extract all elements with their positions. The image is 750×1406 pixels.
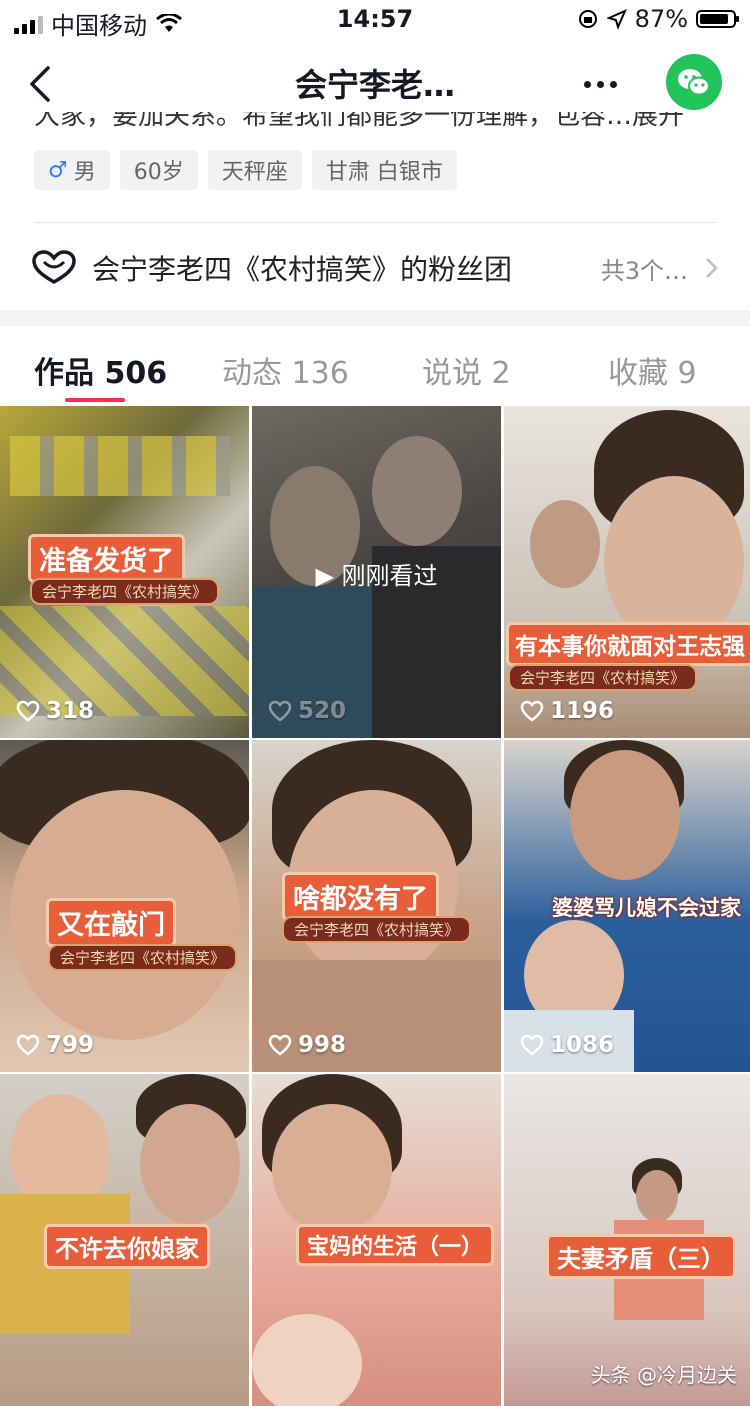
bio-text: 大家，要加关系。希望我们都能多一份理解，包容…展开 [34, 112, 685, 128]
active-tab-indicator [65, 398, 125, 402]
content-tabs: 作品 506 动态 136 说说 2 收藏 9 [0, 326, 750, 406]
tab-favorites[interactable]: 收藏 9 [608, 348, 697, 392]
video-subcaption: 会宁李老四《农村搞笑》 [508, 664, 698, 691]
battery-percent: 87% [634, 5, 688, 33]
location-tag: 甘肃 白银市 [311, 150, 457, 190]
heart-icon [268, 700, 292, 722]
video-grid: 准备发货了 会宁李老四《农村搞笑》 318 ▶ 刚刚看过 520 有本事你就面对… [0, 406, 750, 1406]
like-count: 1196 [520, 698, 614, 724]
person-face [140, 1104, 240, 1224]
video-thumbnail[interactable]: 又在敲门 会宁李老四《农村搞笑》 799 [0, 740, 249, 1072]
baby-face [252, 1314, 362, 1406]
chevron-right-icon [706, 258, 718, 278]
heart-icon [16, 700, 40, 722]
nav-bar: 会宁李老… [0, 48, 750, 120]
video-caption: 宝妈的生活（一） [296, 1224, 495, 1266]
page-title: 会宁李老… [294, 66, 455, 104]
video-thumbnail[interactable]: 啥都没有了 会宁李老四《农村搞笑》 998 [252, 740, 501, 1072]
video-caption: 准备发货了 [28, 534, 185, 583]
age-tag: 60岁 [119, 150, 198, 190]
wechat-share-button[interactable] [666, 54, 722, 110]
person-face [604, 476, 744, 646]
video-caption: 夫妻矛盾（三） [546, 1234, 736, 1279]
person-face [372, 436, 462, 546]
video-thumbnail[interactable]: 婆婆骂儿媳不会过家 1086 [504, 740, 750, 1072]
recently-watched-label: ▶ 刚刚看过 [315, 562, 438, 590]
tab-works[interactable]: 作品 506 [34, 348, 167, 392]
like-count: 1086 [520, 1032, 614, 1058]
video-subcaption: 会宁李老四《农村搞笑》 [30, 578, 220, 605]
fan-group-row[interactable]: 会宁李老四《农村搞笑》的粉丝团 共3个… [30, 240, 720, 296]
like-count: 318 [16, 698, 94, 724]
heart-icon [16, 1034, 40, 1056]
heart-icon [520, 1034, 544, 1056]
video-caption: 有本事你就面对王志强 [506, 622, 750, 666]
video-thumbnail[interactable]: 夫妻矛盾（三） 头条 @冷月边关 [504, 1074, 750, 1406]
like-count: 998 [268, 1032, 346, 1058]
like-count: 799 [16, 1032, 94, 1058]
video-thumbnail[interactable]: 有本事你就面对王志强 会宁李老四《农村搞笑》 1196 [504, 406, 750, 738]
profile-tags: ♂ 男 60岁 天秤座 甘肃 白银市 [34, 150, 457, 190]
fan-group-label: 会宁李老四《农村搞笑》的粉丝团 [92, 253, 513, 286]
person-face [636, 1170, 678, 1222]
male-icon: ♂ [48, 157, 68, 183]
gender-tag: ♂ 男 [34, 150, 110, 190]
battery-icon [696, 10, 739, 28]
rotation-lock-icon [578, 10, 597, 28]
video-thumbnail[interactable]: 不许去你娘家 [0, 1074, 249, 1406]
person-face [570, 750, 680, 880]
video-caption: 婆婆骂儿媳不会过家 [552, 896, 741, 920]
heart-icon [268, 1034, 292, 1056]
more-icon[interactable] [572, 64, 628, 104]
video-caption: 不许去你娘家 [44, 1224, 210, 1269]
status-bar: 中国移动 14:57 87% [0, 0, 750, 40]
location-icon [606, 9, 627, 29]
heart-crown-icon [32, 250, 76, 285]
video-caption: 又在敲门 [46, 898, 176, 947]
tab-posts[interactable]: 说说 2 [422, 348, 511, 392]
video-subcaption: 会宁李老四《农村搞笑》 [48, 944, 238, 971]
section-gap [0, 310, 750, 326]
like-count: 520 [268, 698, 346, 724]
video-subcaption: 会宁李老四《农村搞笑》 [282, 916, 472, 943]
video-thumbnail[interactable]: ▶ 刚刚看过 520 [252, 406, 501, 738]
play-icon: ▶ [315, 562, 334, 590]
heart-icon [520, 700, 544, 722]
fan-group-count: 共3个… [600, 256, 688, 285]
person-face [530, 500, 600, 588]
wechat-icon [678, 69, 710, 96]
tab-activity[interactable]: 动态 136 [222, 348, 349, 392]
video-thumbnail[interactable]: 宝妈的生活（一） [252, 1074, 501, 1406]
divider [34, 222, 716, 223]
person-face [272, 1104, 392, 1234]
zodiac-tag: 天秤座 [207, 150, 302, 190]
video-caption: 啥都没有了 [282, 872, 439, 921]
watermark: 头条 @冷月边关 [590, 1363, 737, 1387]
video-thumbnail[interactable]: 准备发货了 会宁李老四《农村搞笑》 318 [0, 406, 249, 738]
